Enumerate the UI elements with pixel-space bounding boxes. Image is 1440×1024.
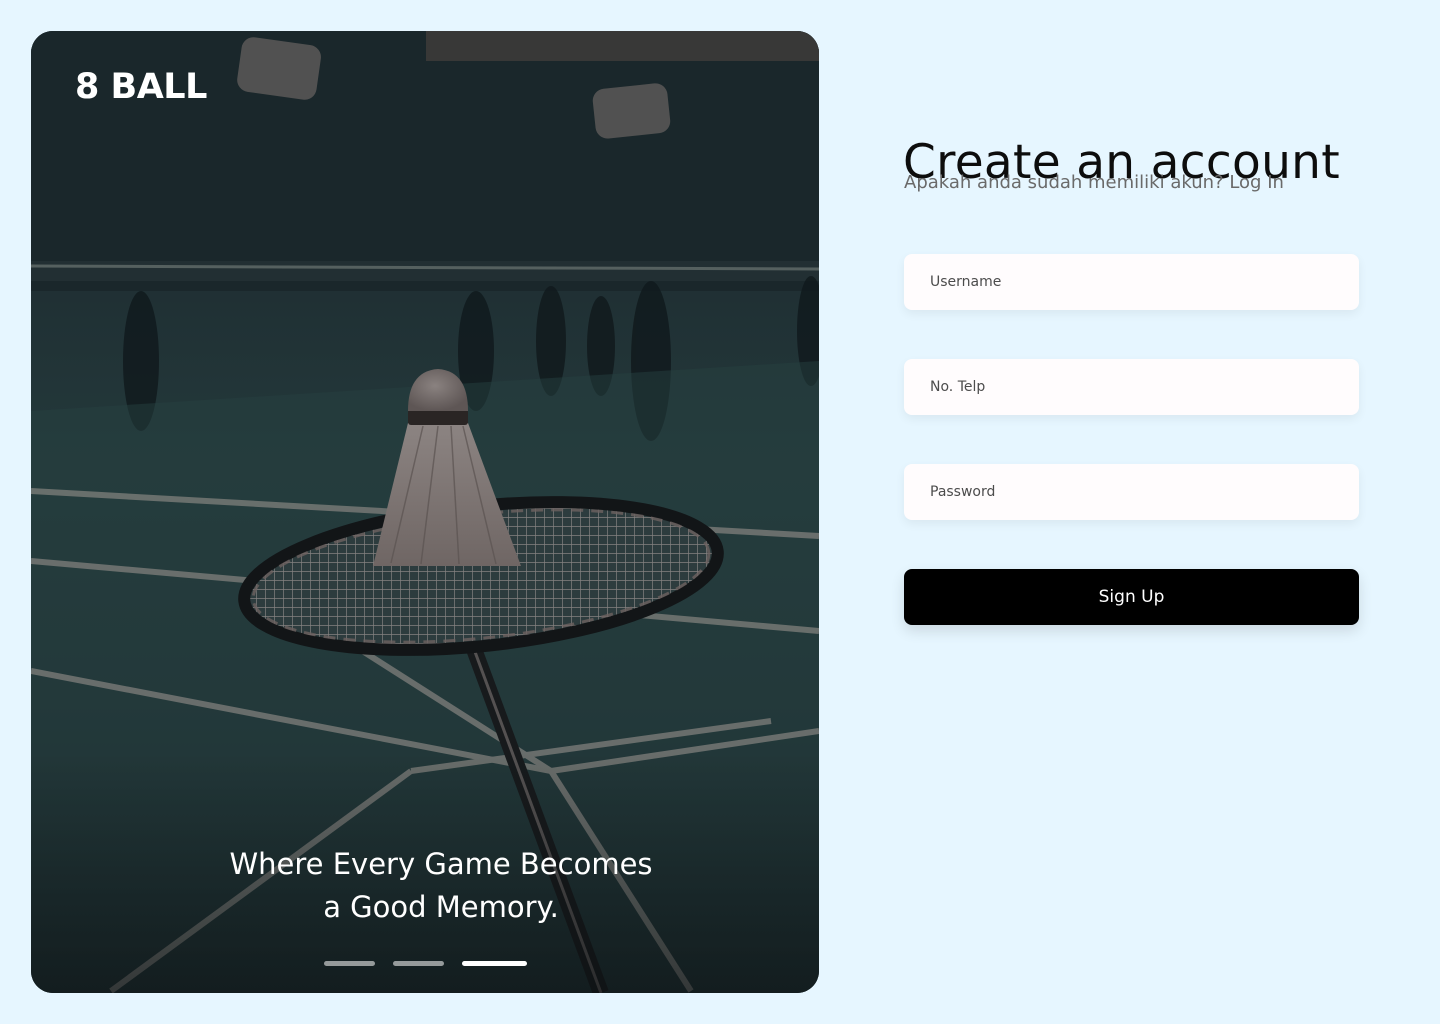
username-field [904, 254, 1359, 310]
brand-logo: 8 BALL [75, 67, 207, 107]
sign-up-button[interactable]: Sign Up [904, 569, 1359, 625]
phone-input[interactable] [904, 359, 1359, 415]
username-input[interactable] [904, 254, 1359, 310]
hero-panel: 8 BALL Where Every Game Becomes a Good M… [31, 31, 819, 993]
carousel-dot-3-active[interactable] [462, 961, 527, 966]
password-input[interactable] [904, 464, 1359, 520]
login-prompt: Apakah anda sudah memiliki akun? Log In [904, 172, 1284, 193]
login-link[interactable]: Log In [1229, 172, 1284, 193]
carousel-dot-2[interactable] [393, 961, 444, 966]
hero-tagline: Where Every Game Becomes a Good Memory. [31, 843, 819, 929]
carousel-dot-1[interactable] [324, 961, 375, 966]
tagline-line-2: a Good Memory. [323, 890, 559, 924]
login-prompt-text: Apakah anda sudah memiliki akun? [904, 172, 1224, 193]
tagline-line-1: Where Every Game Becomes [229, 847, 653, 881]
phone-field [904, 359, 1359, 415]
password-field [904, 464, 1359, 520]
